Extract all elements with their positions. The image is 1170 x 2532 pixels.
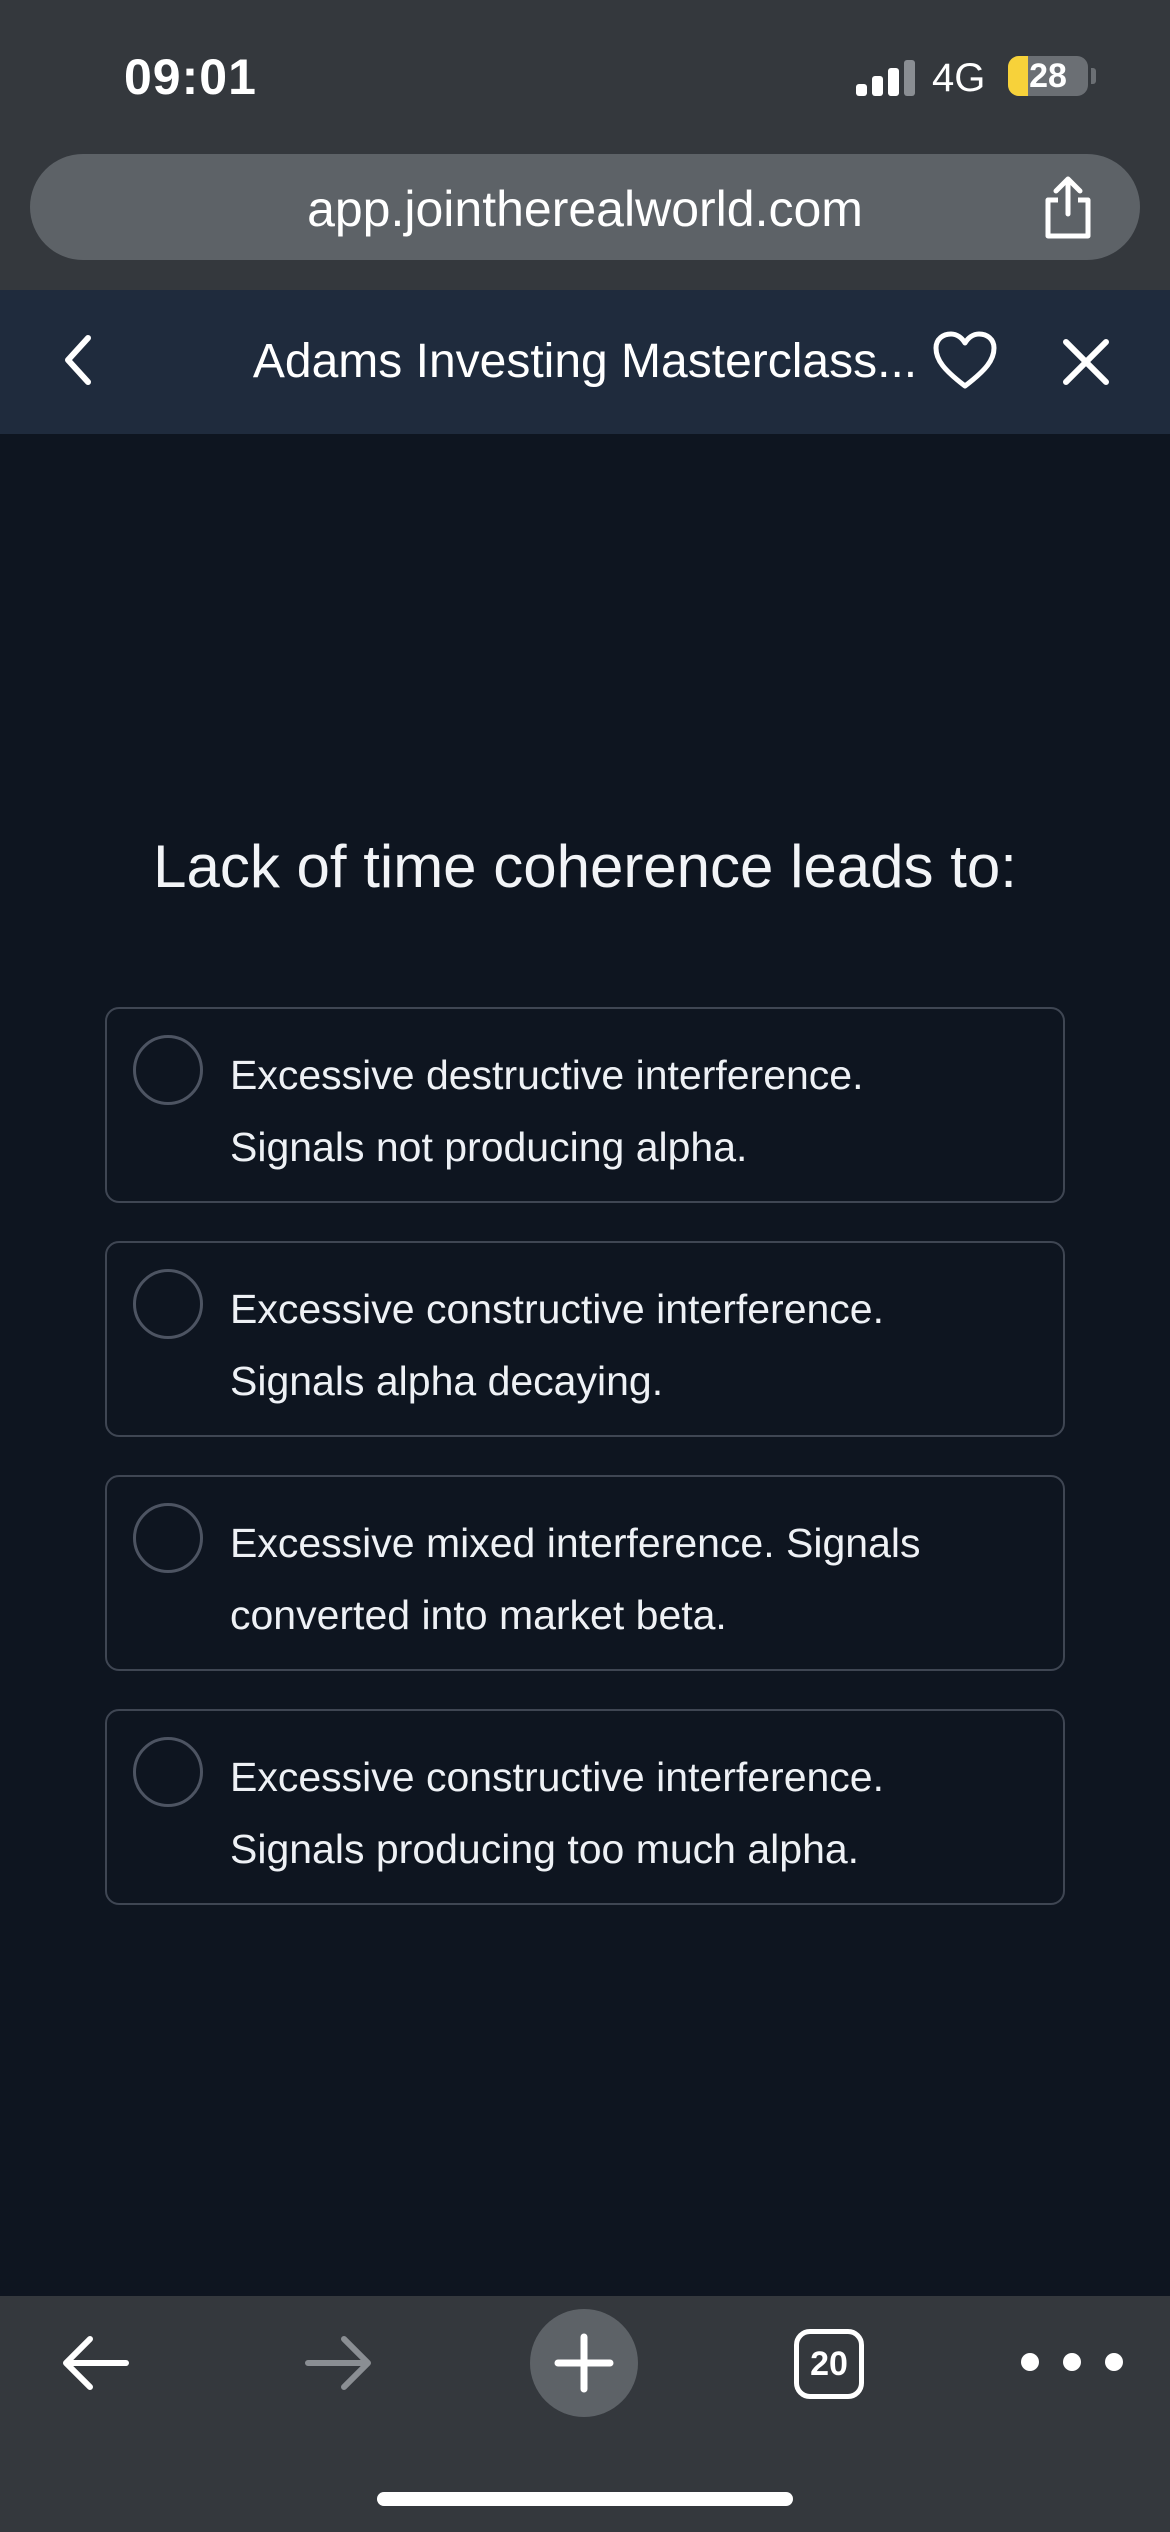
radio-button[interactable] — [133, 1503, 203, 1573]
answer-label: Excessive constructive interference. Sig… — [230, 1273, 1040, 1417]
signal-strength-icon — [856, 60, 916, 96]
quiz-question: Lack of time coherence leads to: — [153, 833, 1017, 900]
tab-count-button[interactable]: 20 — [794, 2329, 864, 2399]
answer-line-1: Excessive destructive interference. — [230, 1052, 864, 1098]
new-tab-button[interactable] — [530, 2309, 638, 2417]
answer-option-4[interactable]: Excessive constructive interference. Sig… — [105, 1709, 1065, 1905]
radio-button[interactable] — [133, 1269, 203, 1339]
arrow-right-icon[interactable] — [302, 2330, 376, 2396]
answer-line-2: Signals not producing alpha. — [230, 1124, 748, 1170]
close-icon[interactable] — [1062, 338, 1110, 386]
answer-line-1: Excessive mixed interference. Signals — [230, 1520, 921, 1566]
answer-option-1[interactable]: Excessive destructive interference. Sign… — [105, 1007, 1065, 1203]
answer-line-1: Excessive constructive interference. — [230, 1754, 884, 1800]
answer-label: Excessive mixed interference. Signals co… — [230, 1507, 1040, 1651]
home-indicator — [377, 2492, 793, 2506]
heart-icon[interactable] — [932, 330, 998, 392]
network-type: 4G — [932, 56, 986, 100]
answer-option-2[interactable]: Excessive constructive interference. Sig… — [105, 1241, 1065, 1437]
answer-label: Excessive constructive interference. Sig… — [230, 1741, 1040, 1885]
answer-options: Excessive destructive interference. Sign… — [105, 1007, 1065, 1943]
arrow-left-icon[interactable] — [58, 2330, 132, 2396]
answer-label: Excessive destructive interference. Sign… — [230, 1039, 1040, 1183]
answer-line-2: Signals alpha decaying. — [230, 1358, 664, 1404]
answer-line-2: Signals producing too much alpha. — [230, 1826, 860, 1872]
answer-option-3[interactable]: Excessive mixed interference. Signals co… — [105, 1475, 1065, 1671]
plus-icon — [554, 2333, 614, 2393]
status-time: 09:01 — [124, 49, 257, 105]
address-url[interactable]: app.jointherealworld.com — [0, 180, 1170, 238]
battery-level: 28 — [1029, 57, 1067, 95]
radio-button[interactable] — [133, 1035, 203, 1105]
answer-line-1: Excessive constructive interference. — [230, 1286, 884, 1332]
radio-button[interactable] — [133, 1737, 203, 1807]
battery-icon: 28 — [1008, 56, 1088, 96]
answer-line-2: converted into market beta. — [230, 1592, 727, 1638]
share-icon[interactable] — [1040, 174, 1096, 240]
ellipsis-icon[interactable] — [1012, 2350, 1132, 2374]
battery-tip — [1091, 68, 1096, 84]
